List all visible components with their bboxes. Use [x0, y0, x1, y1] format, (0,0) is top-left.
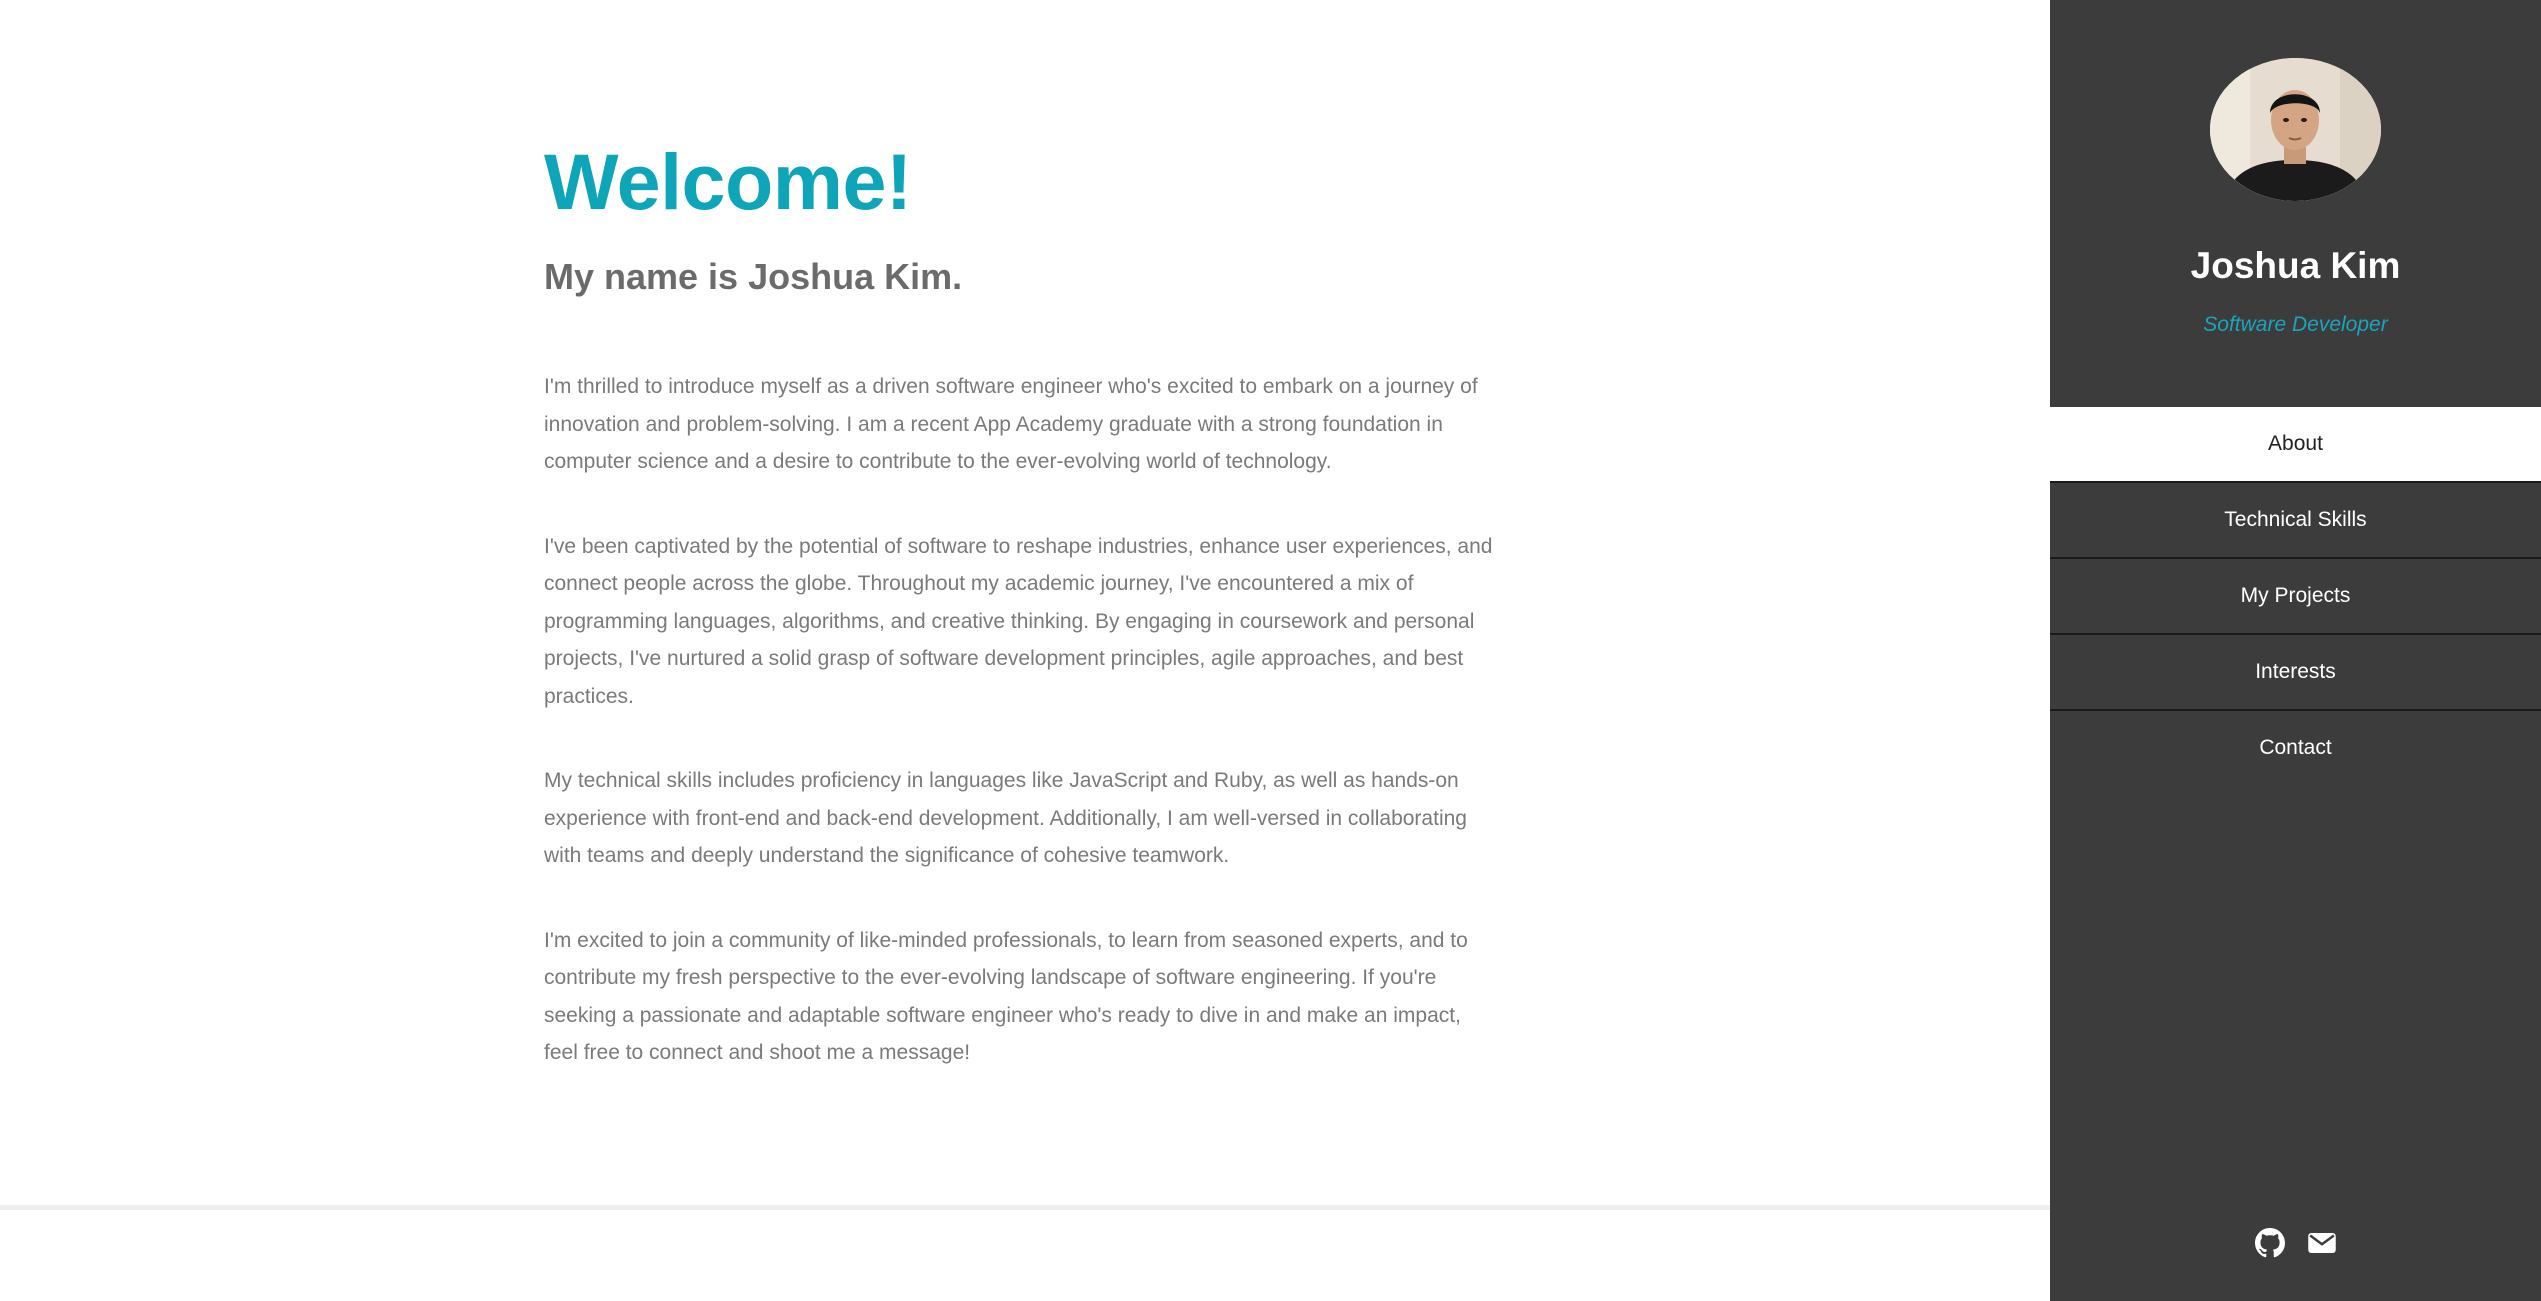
- footer-divider: [0, 1205, 2050, 1210]
- avatar: [2210, 58, 2381, 201]
- about-paragraph-4: I'm excited to join a community of like-…: [544, 928, 1468, 1065]
- main-content-area: Welcome! My name is Joshua Kim. I'm thri…: [0, 0, 2050, 1301]
- email-link[interactable]: [2307, 1228, 2337, 1258]
- github-link[interactable]: [2254, 1228, 2285, 1258]
- nav-item-about[interactable]: About: [2050, 407, 2541, 483]
- nav-item-interests[interactable]: Interests: [2050, 635, 2541, 711]
- social-links: [2050, 1228, 2541, 1258]
- envelope-icon: [2307, 1233, 2336, 1253]
- nav-item-technical-skills[interactable]: Technical Skills: [2050, 483, 2541, 559]
- nav-item-contact[interactable]: Contact: [2050, 711, 2541, 787]
- about-paragraph-2: I've been captivated by the potential of…: [544, 534, 1493, 708]
- about-paragraph-3: My technical skills includes proficiency…: [544, 769, 1467, 867]
- about-section: Welcome! My name is Joshua Kim. I'm thri…: [544, 130, 1504, 1072]
- welcome-heading: Welcome!: [544, 137, 912, 226]
- nav-item-my-projects[interactable]: My Projects: [2050, 559, 2541, 635]
- intro-subheading: My name is Joshua Kim.: [544, 256, 963, 297]
- github-icon: [2254, 1228, 2285, 1258]
- sidebar-nav: About Technical Skills My Projects Inter…: [2050, 407, 2541, 787]
- about-paragraph-1: I'm thrilled to introduce myself as a dr…: [544, 375, 1478, 473]
- profile-name: Joshua Kim: [2190, 245, 2401, 286]
- profile-job-title: Software Developer: [2203, 313, 2388, 336]
- sidebar: Joshua Kim Software Developer About Tech…: [2050, 0, 2541, 1301]
- avatar-photo: [2210, 58, 2381, 201]
